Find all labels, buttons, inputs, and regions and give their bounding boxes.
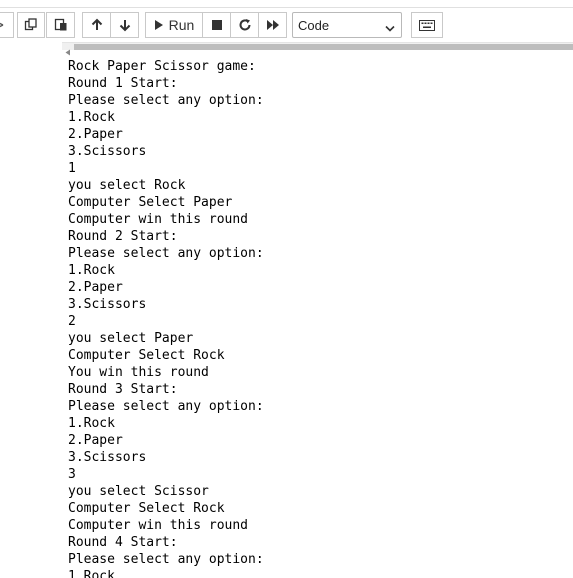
- arrow-down-icon: [118, 18, 132, 32]
- output-line: 1.Rock: [68, 416, 115, 431]
- command-palette-button[interactable]: [411, 12, 443, 38]
- run-label: Run: [168, 17, 195, 33]
- output-line: 2.Paper: [68, 433, 123, 448]
- copy-cells-button[interactable]: [17, 12, 45, 38]
- cell-type-value: Code: [298, 17, 330, 33]
- restart-kernel-button[interactable]: [230, 12, 259, 38]
- scrollbar-thumb[interactable]: [74, 44, 573, 50]
- output-line: Round 3 Start:: [68, 382, 178, 397]
- output-line: Please select any option:: [68, 93, 264, 108]
- output-line: Computer win this round: [68, 212, 249, 227]
- move-cell-up-button[interactable]: [82, 12, 111, 38]
- output-line: Round 2 Start:: [68, 229, 178, 244]
- output-line: 1.Rock: [68, 110, 115, 125]
- output-line: you select Rock: [68, 178, 186, 193]
- output-line: 1.Rock: [68, 569, 115, 578]
- output-horizontal-scrollbar[interactable]: [62, 42, 573, 56]
- output-line: Computer Select Paper: [68, 195, 233, 210]
- paste-icon: [54, 18, 68, 32]
- output-line: 2.Paper: [68, 280, 123, 295]
- paste-cells-button[interactable]: [46, 12, 75, 38]
- copy-icon: [24, 18, 38, 32]
- output-line: 3.Scissors: [68, 450, 147, 465]
- chevron-down-icon: [385, 21, 395, 36]
- output-line: Computer Select Rock: [68, 501, 225, 516]
- output-line: 1.Rock: [68, 263, 115, 278]
- output-line: 3.Scissors: [68, 297, 147, 312]
- cell-output-area: Rock Paper Scissor game: Round 1 Start: Pl…: [68, 58, 568, 578]
- output-line: Round 4 Start:: [68, 535, 178, 550]
- output-line: Computer win this round: [68, 518, 249, 533]
- interrupt-kernel-button[interactable]: [202, 12, 231, 38]
- output-line: 2.Paper: [68, 127, 123, 142]
- move-cell-down-button[interactable]: [110, 12, 139, 38]
- output-line: 3.Scissors: [68, 144, 147, 159]
- output-line: Please select any option:: [68, 552, 264, 567]
- output-line: you select Paper: [68, 331, 194, 346]
- stop-icon: [211, 19, 223, 31]
- restart-icon: [238, 18, 252, 32]
- output-line: Computer Select Rock: [68, 348, 225, 363]
- output-line: Please select any option:: [68, 246, 264, 261]
- cut-cells-button[interactable]: [0, 12, 14, 38]
- fast-forward-icon: [266, 19, 280, 31]
- scissors-icon: [0, 19, 7, 31]
- output-line: 2: [68, 314, 76, 329]
- output-line: Round 1 Start:: [68, 76, 178, 91]
- output-line: Rock Paper Scissor game:: [68, 59, 256, 74]
- output-line: You win this round: [68, 365, 209, 380]
- output-line: Please select any option:: [68, 399, 264, 414]
- keyboard-icon: [419, 19, 435, 31]
- notebook-toolbar: Run Code: [0, 8, 573, 42]
- output-line: 1: [68, 161, 76, 176]
- play-icon: [154, 19, 164, 31]
- arrow-up-icon: [90, 18, 104, 32]
- cell-type-select[interactable]: Code: [292, 12, 402, 38]
- output-line: you select Scissor: [68, 484, 209, 499]
- output-line: 3: [68, 467, 76, 482]
- window-top-edge: [0, 0, 573, 8]
- run-cell-button[interactable]: Run: [145, 12, 203, 38]
- restart-run-all-button[interactable]: [258, 12, 287, 38]
